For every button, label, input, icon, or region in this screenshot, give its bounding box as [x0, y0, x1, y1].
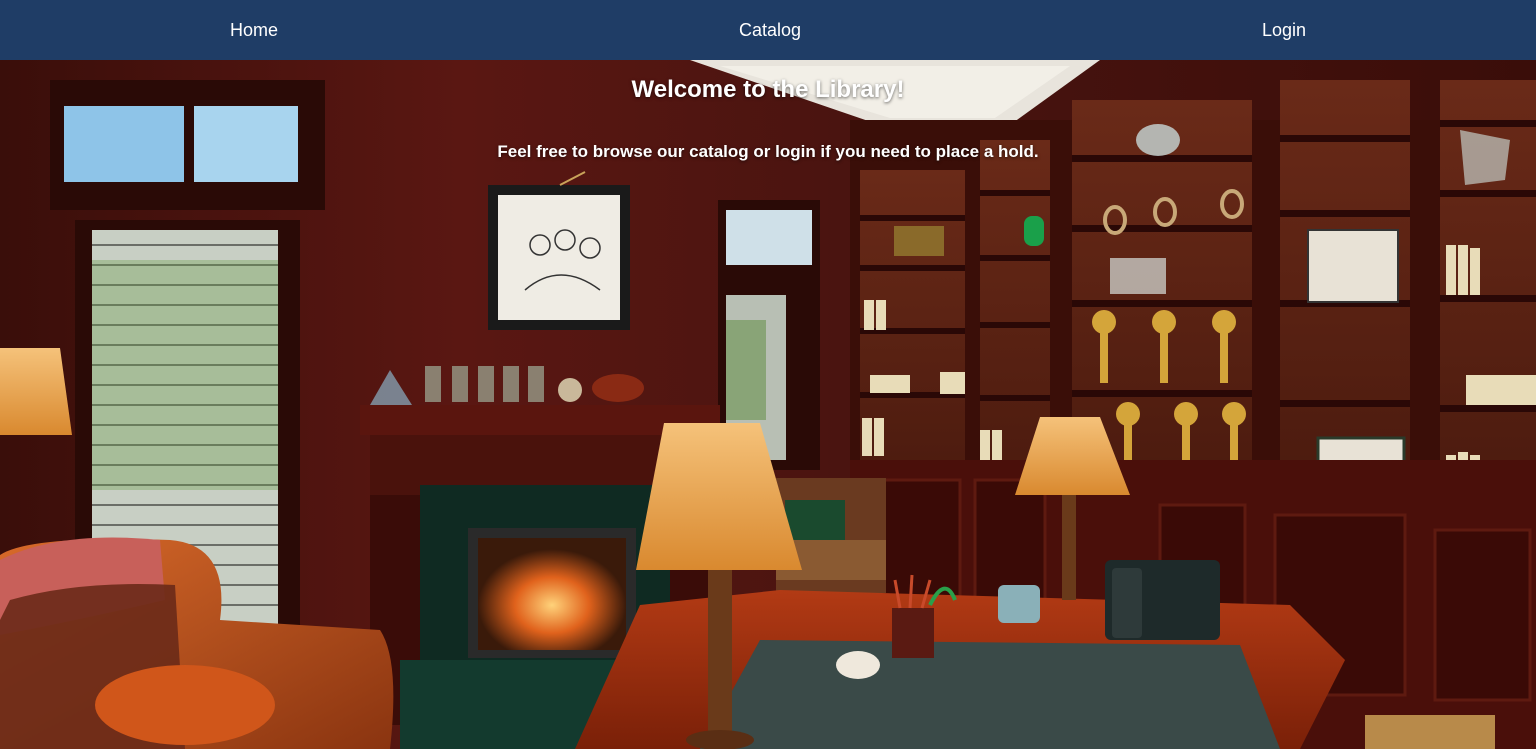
nav-login-link[interactable]: Login: [1262, 0, 1306, 60]
nav-catalog-link[interactable]: Catalog: [739, 0, 801, 60]
hero-section: Welcome to the Library! Feel free to bro…: [0, 60, 1536, 749]
top-navbar: Home Catalog Login: [0, 0, 1536, 60]
hero-title: Welcome to the Library!: [631, 76, 905, 103]
nav-home-link[interactable]: Home: [230, 0, 278, 60]
library-background-image: [0, 60, 1536, 749]
hero-subtitle: Feel free to browse our catalog or login…: [497, 142, 1039, 161]
